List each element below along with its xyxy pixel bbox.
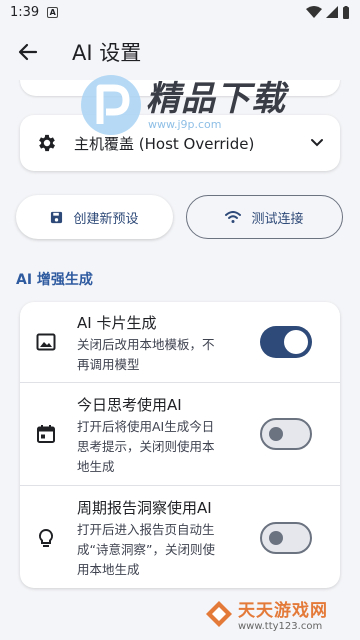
gear-icon: [39, 134, 55, 152]
watermark-brand-url: www.j9p.com: [148, 118, 222, 131]
ai-card-desc: 关闭后改用本地模板，不 再调用模型: [77, 335, 247, 375]
watermark-p-icon: [81, 75, 141, 135]
watermark-diamond-icon: [206, 601, 232, 627]
toggle-knob: [284, 330, 308, 354]
status-time: 1:39: [10, 4, 40, 20]
calendar-icon: [37, 425, 55, 443]
section-title: AI 增强生成: [16, 272, 93, 288]
daily-thinking-desc-line: 打开后将使用AI生成今日: [77, 419, 215, 434]
create-preset-label: 创建新预设: [73, 211, 139, 227]
wifi-icon: [306, 6, 322, 18]
ai-card-desc-line: 再调用模型: [77, 357, 140, 372]
watermark-brand-name: 精品下载: [146, 79, 286, 119]
list-item-report-insight: 周期报告洞察使用AI 打开后进入报告页自动生 成“诗意洞察”，关闭则使 用本地生…: [20, 486, 340, 588]
report-insight-desc-line: 成“诗意洞察”，关闭则使: [77, 542, 215, 557]
test-connection-button[interactable]: 测试连接: [186, 195, 343, 239]
save-icon: [51, 211, 63, 223]
test-connection-label: 测试连接: [251, 211, 304, 227]
wifi-signal-icon: [225, 211, 242, 223]
battery-icon: [343, 5, 349, 19]
report-insight-desc: 打开后进入报告页自动生 成“诗意洞察”，关闭则使 用本地生成: [77, 520, 247, 580]
notification-badge-icon: A: [47, 6, 59, 18]
daily-thinking-desc-line: 地生成: [77, 459, 115, 474]
daily-thinking-desc-line: 思考提示，关闭则使用本: [77, 439, 215, 454]
create-preset-button[interactable]: 创建新预设: [16, 195, 173, 239]
app-bar: AI 设置: [0, 24, 360, 80]
chevron-down-icon: [311, 139, 323, 147]
ai-card-desc-line: 关闭后改用本地模板，不: [77, 337, 215, 352]
ai-card-title: AI 卡片生成: [77, 314, 157, 332]
back-button[interactable]: [0, 24, 56, 80]
list-item-ai-card: AI 卡片生成 关闭后改用本地模板，不 再调用模型: [20, 302, 340, 382]
watermark-bottom: 天天游戏网 www.tty123.com: [204, 594, 360, 634]
report-insight-title: 周期报告洞察使用AI: [77, 499, 212, 517]
watermark-bottom-brand: 天天游戏网: [238, 601, 328, 621]
status-bar: 1:39 A: [0, 0, 360, 24]
daily-thinking-desc: 打开后将使用AI生成今日 思考提示，关闭则使用本 地生成: [77, 417, 247, 477]
daily-thinking-title: 今日思考使用AI: [77, 396, 182, 414]
daily-thinking-toggle[interactable]: [260, 418, 312, 450]
lightbulb-icon: [38, 528, 54, 547]
list-item-daily-thinking: 今日思考使用AI 打开后将使用AI生成今日 思考提示，关闭则使用本 地生成: [20, 383, 340, 485]
page-title: AI 设置: [72, 41, 142, 65]
toggle-knob: [269, 427, 283, 441]
watermark-brand-text: 精品下载 www.j9p.com: [146, 80, 286, 131]
status-icons: [306, 5, 350, 19]
toggle-knob: [269, 531, 283, 545]
report-insight-desc-line: 用本地生成: [77, 562, 140, 577]
watermark-bottom-url: www.tty123.com: [238, 621, 323, 632]
ai-features-card: AI 卡片生成 关闭后改用本地模板，不 再调用模型 今日思考使用AI 打开后将使…: [20, 302, 340, 588]
ai-card-toggle[interactable]: [260, 326, 312, 358]
signal-icon: [326, 6, 338, 18]
image-icon: [36, 333, 56, 351]
arrow-back-icon: [18, 43, 38, 61]
report-insight-desc-line: 打开后进入报告页自动生: [77, 522, 215, 537]
report-insight-toggle[interactable]: [260, 522, 312, 554]
